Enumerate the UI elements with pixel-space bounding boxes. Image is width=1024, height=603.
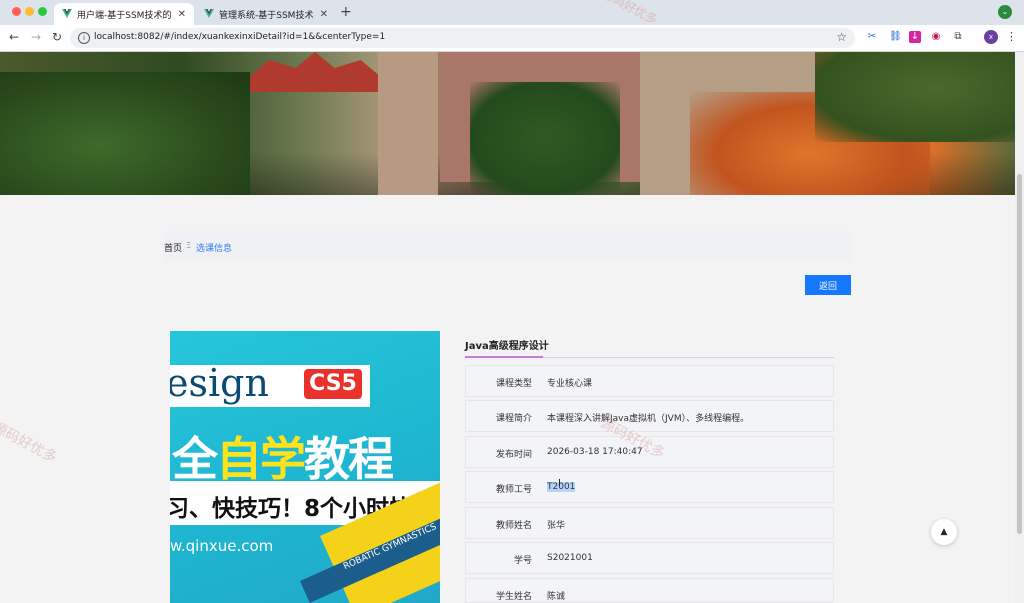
detail-row-course-type: 课程类型 专业核心课 xyxy=(465,365,834,397)
close-window-button[interactable] xyxy=(12,7,21,16)
campus-banner-image xyxy=(0,52,1015,195)
breadcrumb-current[interactable]: 选课信息 xyxy=(196,241,232,254)
poster-title-text: esign xyxy=(170,361,269,405)
course-title: Java高级程序设计 xyxy=(465,341,549,352)
detail-value: 专业核心课 xyxy=(547,379,593,389)
back-arrow-icon[interactable]: ← xyxy=(9,30,19,44)
detail-row-course-intro: 课程简介 本课程深入讲解Java虚拟机（JVM）、多线程编程。 xyxy=(465,400,834,432)
bookmark-star-icon[interactable]: ☆ xyxy=(836,30,847,44)
poster-badge: CS5 xyxy=(304,369,362,399)
detail-row-student-id: 学号 S2021001 xyxy=(465,542,834,574)
detail-row-teacher-name: 教师姓名 张华 xyxy=(465,507,834,539)
back-button[interactable]: 返回 xyxy=(805,275,851,295)
detail-value: 本课程深入讲解Java虚拟机（JVM）、多线程编程。 xyxy=(547,414,750,424)
detail-label: 学生姓名 xyxy=(495,592,532,602)
forward-arrow-icon[interactable]: → xyxy=(31,30,41,44)
detail-value: 张华 xyxy=(547,521,566,531)
minimize-window-button[interactable] xyxy=(25,7,34,16)
page-scrollbar[interactable] xyxy=(1015,52,1024,603)
site-info-icon[interactable]: i xyxy=(78,32,90,44)
url-text[interactable]: localhost:8082/#/index/xuankexinxiDetail… xyxy=(94,32,385,42)
detail-label: 发布时间 xyxy=(495,450,532,460)
maximize-window-button[interactable] xyxy=(38,7,47,16)
poster-headline: 全自学教程 xyxy=(172,432,394,486)
vue-logo-icon xyxy=(204,9,214,18)
browser-menu-icon[interactable]: ⋮ xyxy=(1006,30,1017,43)
detail-label: 学号 xyxy=(513,556,532,566)
spy-extension-icon[interactable]: ◉ xyxy=(930,31,942,43)
text-cursor-icon: I xyxy=(558,478,561,489)
course-cover-image: esign CS5 全自学教程 习、快技巧！8个小时快速 w.qinxue.co… xyxy=(170,331,440,603)
poster-site: w.qinxue.com xyxy=(170,537,274,555)
browser-toolbar: ← → ↻ i localhost:8082/#/index/xuankexin… xyxy=(0,25,1024,52)
title-underline xyxy=(465,356,834,358)
detail-label: 教师姓名 xyxy=(495,521,532,531)
detail-value: T2001 xyxy=(547,482,576,492)
browser-tab-bar: 用户端-基于SSM技术的高校选 ✕ 管理系统-基于SSM技术的高校 ✕ + ⌄ xyxy=(0,0,1024,25)
address-bar[interactable]: i localhost:8082/#/index/xuankexinxiDeta… xyxy=(70,28,855,48)
detail-row-teacher-id: 教师工号 T2001 xyxy=(465,471,834,503)
vue-logo-icon xyxy=(62,9,72,18)
tab-title: 管理系统-基于SSM技术的高校 xyxy=(219,10,314,21)
breadcrumb-separator: Ξ xyxy=(186,241,192,250)
detail-value: 2026-03-18 17:40:47 xyxy=(547,447,643,457)
reload-icon[interactable]: ↻ xyxy=(52,30,62,44)
link-extension-icon[interactable]: ⛓ xyxy=(889,31,902,43)
detail-row-student-name: 学生姓名 陈诚 xyxy=(465,578,834,603)
scissors-extension-icon[interactable]: ✂ xyxy=(866,31,878,43)
watermark-text: 源码好优多 xyxy=(0,419,60,467)
detail-label: 课程简介 xyxy=(495,414,532,424)
tab-admin-system[interactable]: 管理系统-基于SSM技术的高校 ✕ xyxy=(196,3,336,25)
breadcrumb: 首页 Ξ 选课信息 xyxy=(164,231,851,262)
new-tab-icon[interactable]: + xyxy=(340,4,352,20)
download-extension-icon[interactable]: ↓ xyxy=(909,31,921,43)
back-to-top-button[interactable]: ▲ xyxy=(931,519,957,545)
close-tab-icon[interactable]: ✕ xyxy=(178,9,186,20)
tab-search-icon[interactable]: ⌄ xyxy=(998,5,1012,19)
detail-label: 教师工号 xyxy=(495,485,532,495)
scrollbar-thumb[interactable] xyxy=(1017,174,1022,534)
close-tab-icon[interactable]: ✕ xyxy=(320,9,328,20)
detail-label: 课程类型 xyxy=(495,379,532,389)
detail-value: S2021001 xyxy=(547,553,593,563)
tab-user-portal[interactable]: 用户端-基于SSM技术的高校选 ✕ xyxy=(54,3,194,25)
tab-title: 用户端-基于SSM技术的高校选 xyxy=(77,10,172,21)
breadcrumb-home-link[interactable]: 首页 xyxy=(164,241,182,254)
extensions-puzzle-icon[interactable]: ⧉ xyxy=(952,31,964,43)
detail-value: 陈诚 xyxy=(547,592,566,602)
profile-avatar[interactable]: x xyxy=(984,30,998,44)
